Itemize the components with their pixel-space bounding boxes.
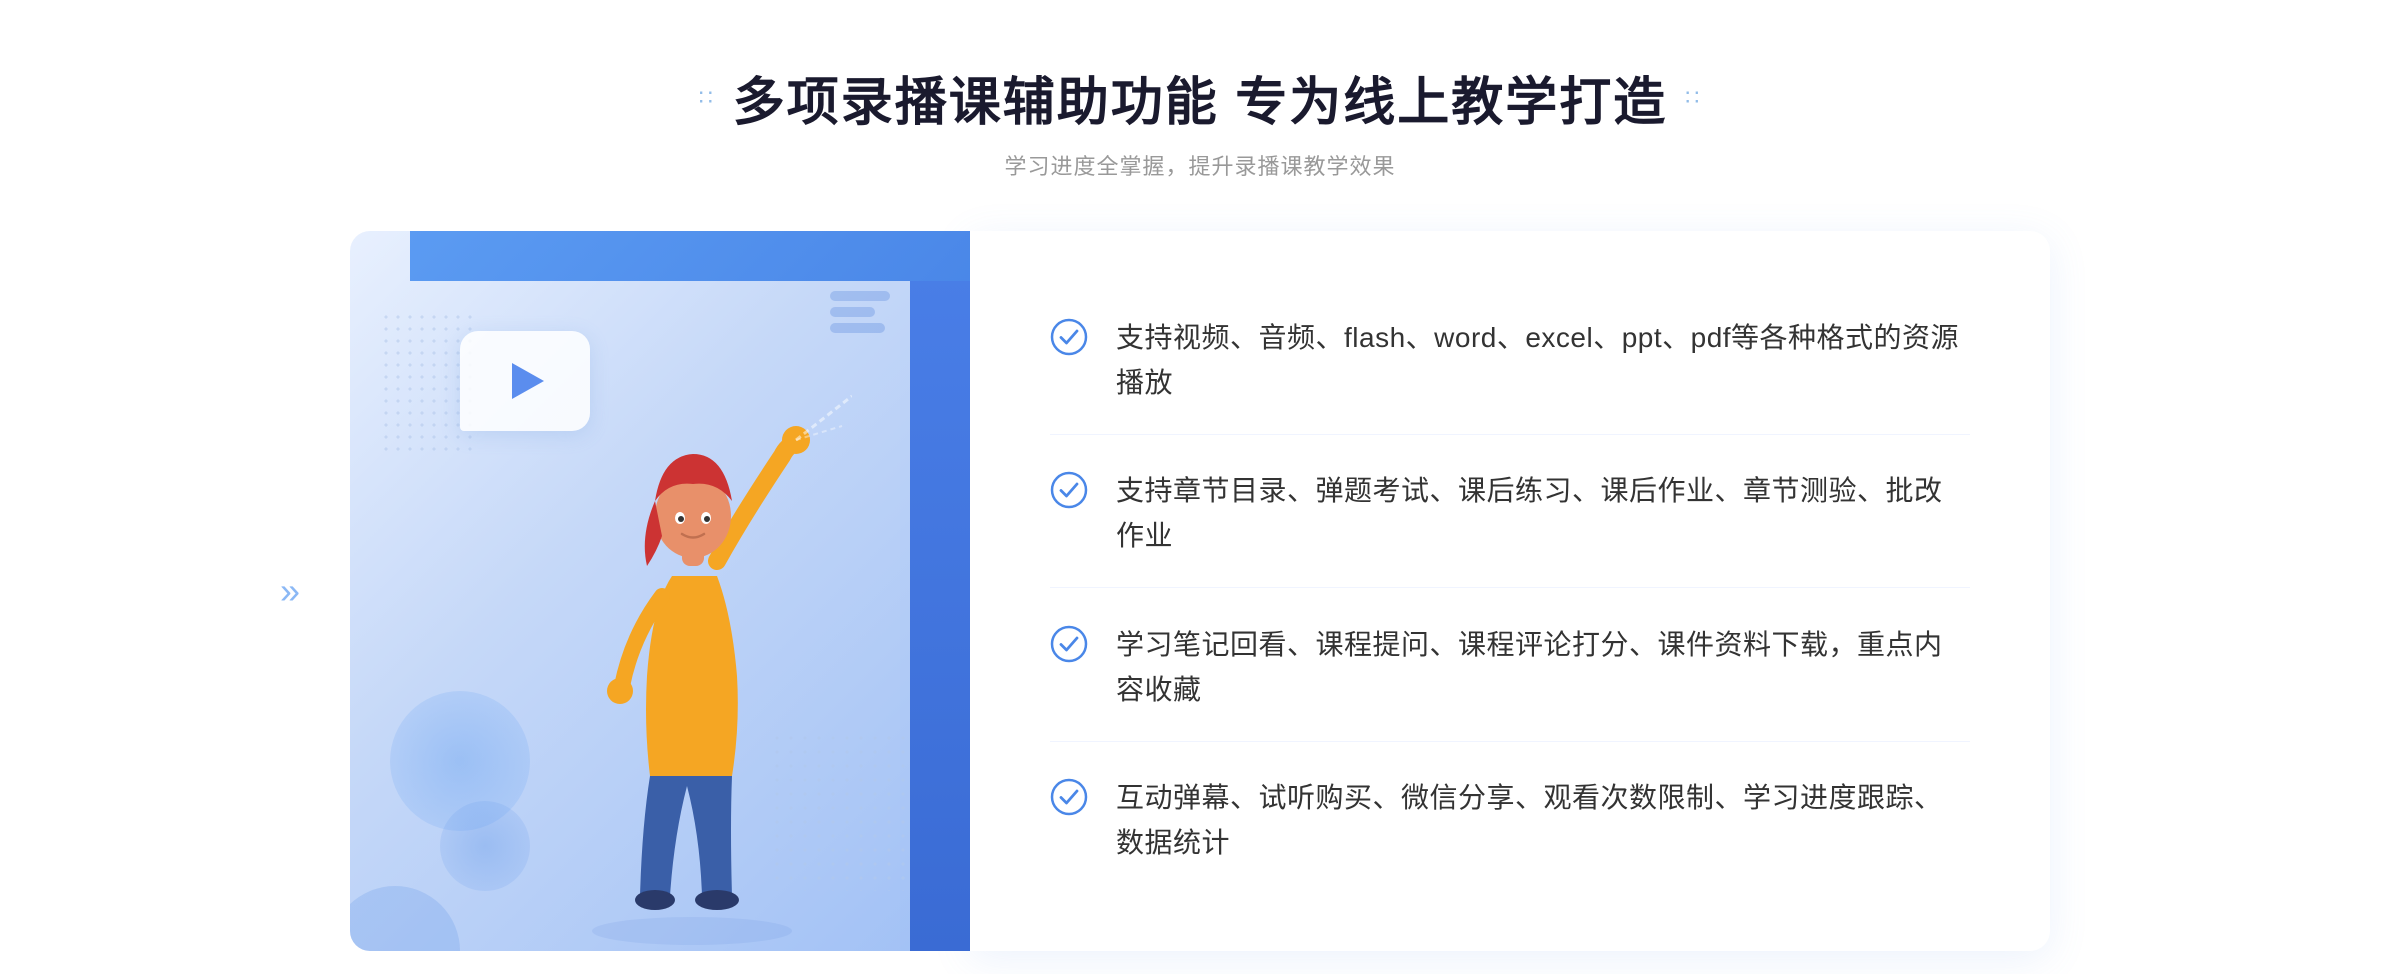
header-section: ∷ 多项录播课辅助功能 专为线上教学打造 ∷ 学习进度全掌握，提升录播课教学效果 bbox=[699, 60, 1701, 181]
page-subtitle: 学习进度全掌握，提升录播课教学效果 bbox=[1004, 149, 1395, 181]
check-icon-3 bbox=[1050, 625, 1088, 663]
page-container: ∷ 多项录播课辅助功能 专为线上教学打造 ∷ 学习进度全掌握，提升录播课教学效果… bbox=[0, 60, 2400, 951]
outer-left-chevrons: » bbox=[280, 570, 300, 612]
deco-line-1 bbox=[830, 291, 890, 301]
feature-text-2: 支持章节目录、弹题考试、课后练习、课后作业、章节测验、批改作业 bbox=[1116, 469, 1970, 559]
features-panel: 支持视频、音频、flash、word、excel、ppt、pdf等各种格式的资源… bbox=[970, 231, 2050, 951]
feature-item-2: 支持章节目录、弹题考试、课后练习、课后作业、章节测验、批改作业 bbox=[1050, 441, 1970, 588]
deco-line-2 bbox=[830, 307, 875, 317]
circle-blue-2 bbox=[440, 801, 530, 891]
page-title: 多项录播课辅助功能 专为线上教学打造 bbox=[733, 60, 1667, 135]
feature-item-3: 学习笔记回看、课程提问、课程评论打分、课件资料下载，重点内容收藏 bbox=[1050, 595, 1970, 742]
deco-line-3 bbox=[830, 323, 885, 333]
check-icon-2 bbox=[1050, 471, 1088, 509]
feature-text-3: 学习笔记回看、课程提问、课程评论打分、课件资料下载，重点内容收藏 bbox=[1116, 623, 1970, 713]
title-dots-right: ∷ bbox=[1685, 85, 1701, 111]
check-icon-1 bbox=[1050, 318, 1088, 356]
person-illustration bbox=[532, 376, 852, 951]
feature-text-4: 互动弹幕、试听购买、微信分享、观看次数限制、学习进度跟踪、数据统计 bbox=[1116, 776, 1970, 866]
feature-item-1: 支持视频、音频、flash、word、excel、ppt、pdf等各种格式的资源… bbox=[1050, 288, 1970, 435]
illustration-panel bbox=[350, 231, 970, 951]
deco-lines bbox=[830, 291, 890, 333]
title-dots-left: ∷ bbox=[699, 85, 715, 111]
content-wrapper: » bbox=[350, 231, 2050, 951]
feature-text-1: 支持视频、音频、flash、word、excel、ppt、pdf等各种格式的资源… bbox=[1116, 316, 1970, 406]
feature-item-4: 互动弹幕、试听购买、微信分享、观看次数限制、学习进度跟踪、数据统计 bbox=[1050, 748, 1970, 894]
check-icon-4 bbox=[1050, 778, 1088, 816]
chevron-left-icon: » bbox=[280, 570, 300, 611]
half-circle-decoration bbox=[350, 886, 460, 951]
blue-vertical-bar bbox=[910, 231, 970, 951]
title-row: ∷ 多项录播课辅助功能 专为线上教学打造 ∷ bbox=[699, 60, 1701, 135]
